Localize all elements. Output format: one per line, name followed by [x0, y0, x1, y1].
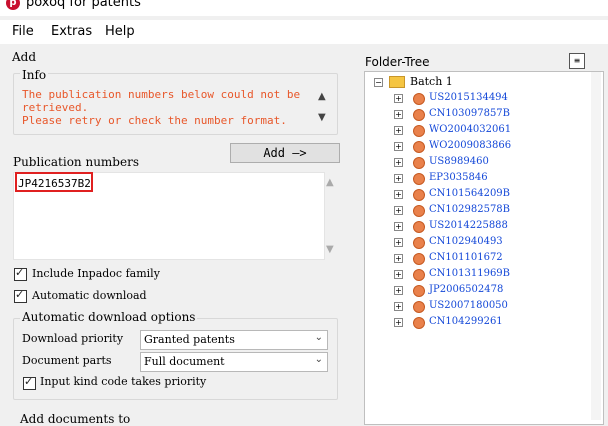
document-icon: [413, 157, 425, 169]
expand-icon[interactable]: +: [394, 158, 403, 167]
tree-item[interactable]: US2014225888: [429, 220, 508, 231]
automatic-download-label: Automatic download: [32, 289, 147, 302]
collapse-icon[interactable]: −: [374, 78, 383, 87]
folder-icon: [389, 76, 405, 88]
pubnum-scroll-up-icon[interactable]: ▲: [326, 177, 334, 188]
expand-icon[interactable]: +: [394, 174, 403, 183]
document-icon: [413, 141, 425, 153]
auto-download-options-label: Automatic download options: [20, 310, 198, 324]
tree-item[interactable]: CN103097857B: [429, 108, 510, 119]
menu-help[interactable]: Help: [105, 24, 135, 39]
document-icon: [413, 285, 425, 297]
expand-icon[interactable]: +: [394, 254, 403, 263]
tree-item[interactable]: EP3035846: [429, 172, 488, 183]
title-bar: p poxoq for patents: [0, 0, 608, 16]
expand-icon[interactable]: +: [394, 238, 403, 247]
pubnum-scroll-down-icon[interactable]: ▼: [326, 244, 334, 255]
tree-item[interactable]: US2007180050: [429, 300, 508, 311]
include-inpadoc-checkbox[interactable]: [14, 266, 27, 281]
tree-scrollbar[interactable]: [591, 72, 601, 420]
expand-icon[interactable]: +: [394, 126, 403, 135]
tree-item[interactable]: JP2006502478: [429, 284, 503, 295]
download-priority-label: Download priority: [22, 332, 124, 345]
menu-file[interactable]: File: [12, 24, 34, 39]
tree-item[interactable]: CN101101672: [429, 252, 503, 263]
tree-item[interactable]: CN104299261: [429, 316, 503, 327]
document-parts-label: Document parts: [22, 354, 112, 367]
menu-extras[interactable]: Extras: [51, 24, 92, 39]
chevron-down-icon: ⌄: [314, 354, 323, 365]
document-icon: [413, 93, 425, 105]
tree-batch-label[interactable]: Batch 1: [410, 75, 453, 88]
document-parts-value: Full document: [144, 355, 225, 368]
document-icon: [413, 301, 425, 313]
folder-tree-label: Folder-Tree: [365, 55, 430, 69]
automatic-download-checkbox[interactable]: [14, 288, 27, 303]
chevron-down-icon: ⌄: [314, 332, 323, 343]
input-kind-code-label: Input kind code takes priority: [40, 375, 207, 388]
document-icon: [413, 237, 425, 249]
document-icon: [413, 317, 425, 329]
tree-item[interactable]: US8989460: [429, 156, 489, 167]
expand-icon[interactable]: +: [394, 142, 403, 151]
info-scroll-down-icon[interactable]: ▼: [318, 112, 326, 123]
expand-icon[interactable]: +: [394, 110, 403, 119]
document-icon: [413, 189, 425, 201]
info-message: The publication numbers below could not …: [22, 88, 301, 127]
info-scroll-up-icon[interactable]: ▲: [318, 91, 326, 102]
document-icon: [413, 125, 425, 137]
tree-item[interactable]: CN101564209B: [429, 188, 510, 199]
expand-icon[interactable]: +: [394, 270, 403, 279]
app-logo-icon: p: [6, 0, 20, 10]
document-icon: [413, 173, 425, 185]
publication-numbers-label: Publication numbers: [13, 155, 139, 169]
tree-item[interactable]: CN102940493: [429, 236, 503, 247]
document-icon: [413, 205, 425, 217]
add-documents-to-label: Add documents to: [20, 412, 131, 426]
document-parts-select[interactable]: Full document ⌄: [140, 352, 328, 372]
add-section-label: Add: [12, 50, 37, 64]
expand-icon[interactable]: +: [394, 222, 403, 231]
expand-icon[interactable]: +: [394, 190, 403, 199]
expand-icon[interactable]: +: [394, 206, 403, 215]
menu-bar: File Extras Help: [0, 20, 608, 44]
tree-item[interactable]: WO2009083866: [429, 140, 511, 151]
tree-item[interactable]: WO2004032061: [429, 124, 511, 135]
document-icon: [413, 109, 425, 121]
download-priority-select[interactable]: Granted patents ⌄: [140, 330, 328, 350]
window-title: poxoq for patents: [26, 0, 141, 10]
tree-item[interactable]: CN102982578B: [429, 204, 510, 215]
tree-item[interactable]: US2015134494: [429, 92, 508, 103]
document-icon: [413, 221, 425, 233]
info-label: Info: [20, 68, 49, 82]
input-kind-code-checkbox[interactable]: [23, 375, 36, 390]
include-inpadoc-label: Include Inpadoc family: [32, 267, 160, 280]
document-icon: [413, 269, 425, 281]
expand-icon[interactable]: +: [394, 302, 403, 311]
download-priority-value: Granted patents: [144, 333, 235, 346]
expand-icon[interactable]: +: [394, 318, 403, 327]
highlight-box: [15, 172, 93, 192]
tree-item[interactable]: CN101311969B: [429, 268, 510, 279]
document-icon: [413, 253, 425, 265]
tree-panel-icon[interactable]: ≡: [569, 53, 585, 69]
expand-icon[interactable]: +: [394, 94, 403, 103]
add-button[interactable]: Add —>: [230, 143, 340, 163]
expand-icon[interactable]: +: [394, 286, 403, 295]
